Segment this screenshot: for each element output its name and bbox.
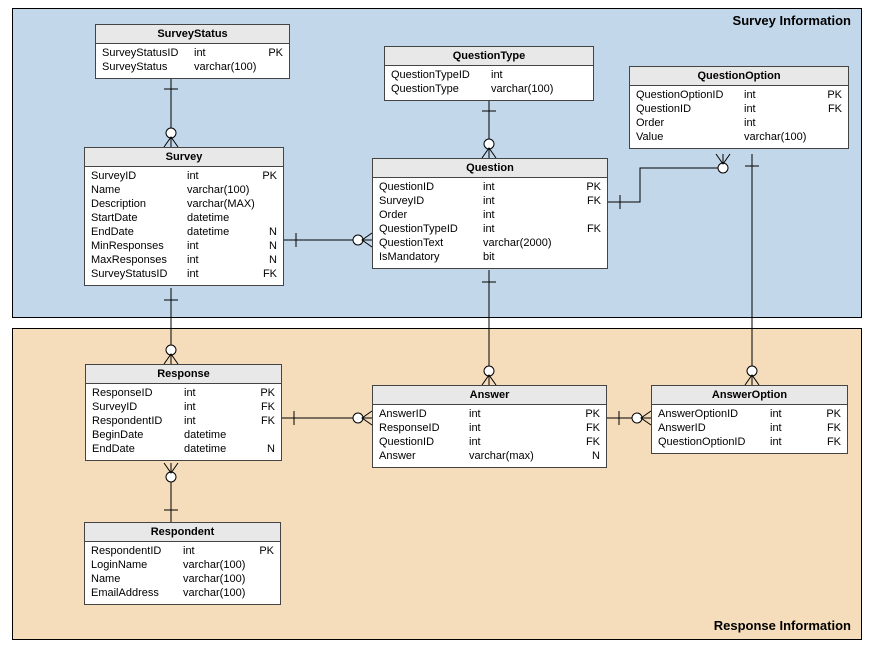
table-row: QuestionTypeIDint xyxy=(391,68,587,82)
entity-title: Respondent xyxy=(85,523,280,542)
entity-title: Survey xyxy=(85,148,283,167)
table-row: StartDatedatetime xyxy=(91,211,277,225)
table-row: RespondentIDintPK xyxy=(91,544,274,558)
region-survey-title: Survey Information xyxy=(733,13,851,28)
table-row: IsMandatorybit xyxy=(379,250,601,264)
entity-survey: Survey SurveyIDintPK Namevarchar(100) De… xyxy=(84,147,284,286)
entity-body: SurveyStatusIDintPK SurveyStatusvarchar(… xyxy=(96,44,289,78)
table-row: SurveyIDintFK xyxy=(92,400,275,414)
table-row: EndDatedatetimeN xyxy=(92,442,275,456)
table-row: AnswerOptionIDintPK xyxy=(658,407,841,421)
entity-respondent: Respondent RespondentIDintPK LoginNameva… xyxy=(84,522,281,605)
entity-body: QuestionIDintPK SurveyIDintFK Orderint Q… xyxy=(373,178,607,268)
entity-title: QuestionOption xyxy=(630,67,848,86)
entity-title: Question xyxy=(373,159,607,178)
table-row: QuestionTypevarchar(100) xyxy=(391,82,587,96)
entity-questiontype: QuestionType QuestionTypeIDint QuestionT… xyxy=(384,46,594,101)
entity-title: Answer xyxy=(373,386,606,405)
table-row: MinResponsesintN xyxy=(91,239,277,253)
table-row: AnswerIDintPK xyxy=(379,407,600,421)
table-row: ResponseIDintFK xyxy=(379,421,600,435)
entity-surveystatus: SurveyStatus SurveyStatusIDintPK SurveyS… xyxy=(95,24,290,79)
table-row: QuestionIDintPK xyxy=(379,180,601,194)
table-row: Namevarchar(100) xyxy=(91,183,277,197)
table-row: RespondentIDintFK xyxy=(92,414,275,428)
entity-body: QuestionTypeIDint QuestionTypevarchar(10… xyxy=(385,66,593,100)
table-row: ResponseIDintPK xyxy=(92,386,275,400)
table-row: AnswerIDintFK xyxy=(658,421,841,435)
table-row: QuestionIDintFK xyxy=(379,435,600,449)
table-row: Orderint xyxy=(379,208,601,222)
entity-body: RespondentIDintPK LoginNamevarchar(100) … xyxy=(85,542,280,604)
table-row: SurveyIDintFK xyxy=(379,194,601,208)
entity-question: Question QuestionIDintPK SurveyIDintFK O… xyxy=(372,158,608,269)
entity-body: AnswerIDintPK ResponseIDintFK QuestionID… xyxy=(373,405,606,467)
table-row: QuestionTextvarchar(2000) xyxy=(379,236,601,250)
table-row: Answervarchar(max)N xyxy=(379,449,600,463)
table-row: Orderint xyxy=(636,116,842,130)
table-row: BeginDatedatetime xyxy=(92,428,275,442)
entity-body: QuestionOptionIDintPK QuestionIDintFK Or… xyxy=(630,86,848,148)
table-row: EndDatedatetimeN xyxy=(91,225,277,239)
table-row: QuestionIDintFK xyxy=(636,102,842,116)
table-row: EmailAddressvarchar(100) xyxy=(91,586,274,600)
entity-response: Response ResponseIDintPK SurveyIDintFK R… xyxy=(85,364,282,461)
table-row: Namevarchar(100) xyxy=(91,572,274,586)
entity-questionoption: QuestionOption QuestionOptionIDintPK Que… xyxy=(629,66,849,149)
entity-title: Response xyxy=(86,365,281,384)
entity-title: AnswerOption xyxy=(652,386,847,405)
entity-answeroption: AnswerOption AnswerOptionIDintPK AnswerI… xyxy=(651,385,848,454)
table-row: SurveyIDintPK xyxy=(91,169,277,183)
entity-body: SurveyIDintPK Namevarchar(100) Descripti… xyxy=(85,167,283,285)
table-row: SurveyStatusvarchar(100) xyxy=(102,60,283,74)
table-row: SurveyStatusIDintPK xyxy=(102,46,283,60)
entity-title: QuestionType xyxy=(385,47,593,66)
table-row: LoginNamevarchar(100) xyxy=(91,558,274,572)
table-row: QuestionOptionIDintPK xyxy=(636,88,842,102)
entity-body: AnswerOptionIDintPK AnswerIDintFK Questi… xyxy=(652,405,847,453)
entity-title: SurveyStatus xyxy=(96,25,289,44)
entity-body: ResponseIDintPK SurveyIDintFK Respondent… xyxy=(86,384,281,460)
table-row: QuestionOptionIDintFK xyxy=(658,435,841,449)
table-row: QuestionTypeIDintFK xyxy=(379,222,601,236)
table-row: Descriptionvarchar(MAX) xyxy=(91,197,277,211)
table-row: Valuevarchar(100) xyxy=(636,130,842,144)
table-row: MaxResponsesintN xyxy=(91,253,277,267)
region-response-title: Response Information xyxy=(714,618,851,633)
table-row: SurveyStatusIDintFK xyxy=(91,267,277,281)
entity-answer: Answer AnswerIDintPK ResponseIDintFK Que… xyxy=(372,385,607,468)
